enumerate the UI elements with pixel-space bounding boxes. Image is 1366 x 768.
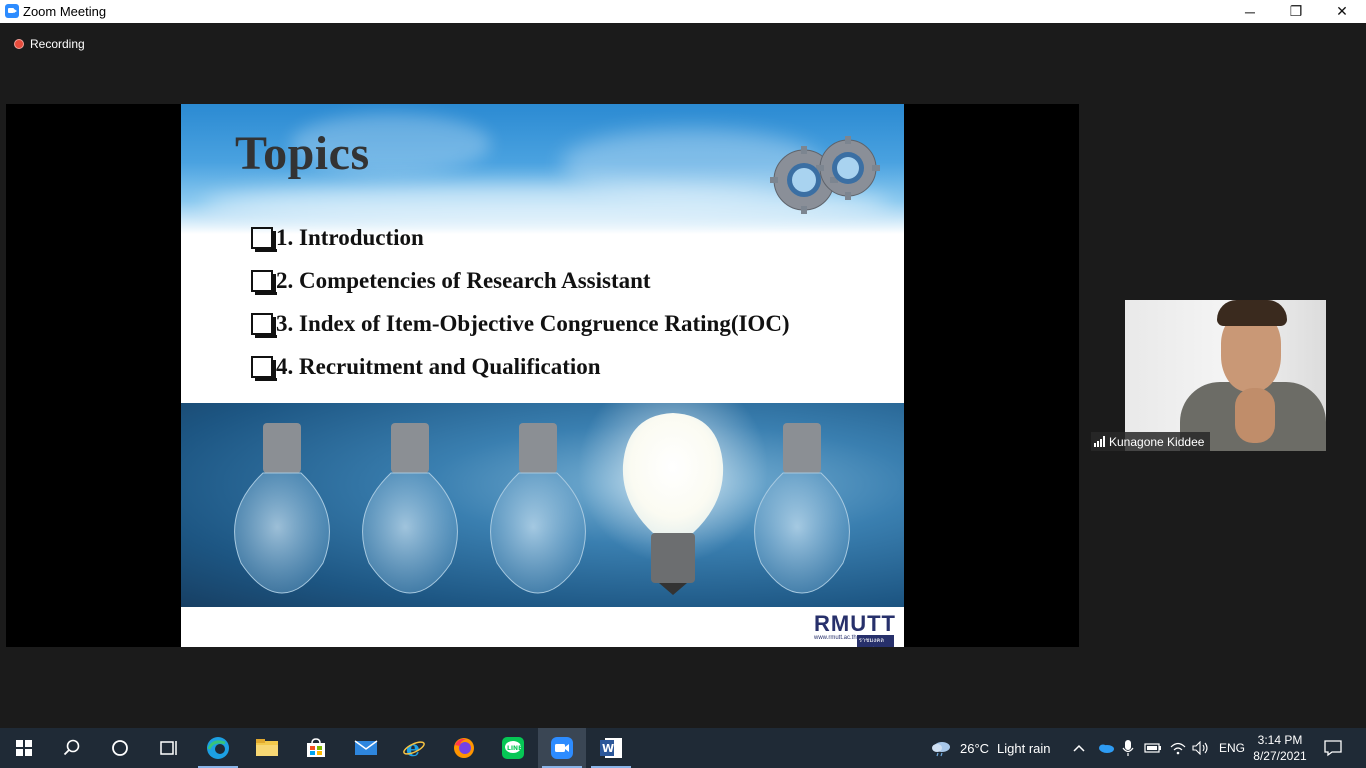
svg-text:W: W [602, 742, 614, 755]
topic-item: 4. Recruitment and Qualification [251, 345, 790, 388]
language-indicator[interactable]: ENG [1219, 728, 1245, 768]
internet-explorer-icon[interactable]: e [390, 728, 438, 768]
close-button[interactable]: ✕ [1319, 0, 1365, 23]
svg-text:e: e [406, 736, 420, 760]
topic-text: 4. Recruitment and Qualification [276, 353, 601, 379]
cortana-icon[interactable] [96, 728, 144, 768]
recording-label: Recording [30, 37, 85, 51]
mail-icon[interactable] [342, 728, 390, 768]
recording-dot-icon [14, 39, 24, 49]
weather-widget[interactable]: 26°C Light rain [930, 728, 1051, 768]
presentation-slide: Topics 1. Introduction 2. Competencies o… [181, 104, 904, 647]
search-icon[interactable] [48, 728, 96, 768]
slide-title: Topics [235, 127, 370, 180]
window-title: Zoom Meeting [23, 4, 107, 19]
checkbox-bullet-icon [251, 312, 277, 338]
rmutt-logo: RMUTT www.rmutt.ac.th ราชมงคลธัญบุรี [814, 611, 896, 647]
edge-icon[interactable] [194, 728, 242, 768]
topic-item: 1. Introduction [251, 216, 790, 259]
bulb-icon [362, 423, 458, 594]
connection-signal-icon [1094, 436, 1105, 447]
svg-text:LINE: LINE [507, 745, 522, 752]
microphone-icon[interactable] [1122, 728, 1134, 768]
logo-thai: ราชมงคลธัญบุรี [856, 635, 894, 647]
gears-icon [770, 136, 880, 214]
word-icon[interactable]: W [587, 728, 635, 768]
windows-start-icon[interactable] [0, 728, 48, 768]
store-icon[interactable] [292, 728, 340, 768]
weather-temperature: 26°C [960, 740, 990, 756]
bulb-icon [234, 423, 330, 594]
taskbar-clock[interactable]: 3:14 PM 8/27/2021 [1247, 732, 1313, 764]
volume-icon[interactable] [1192, 728, 1210, 768]
participant-name: Kunagone Kiddee [1109, 434, 1205, 449]
show-hidden-icons-icon[interactable] [1072, 728, 1086, 768]
clock-date: 8/27/2021 [1253, 749, 1307, 763]
participant-video[interactable] [1125, 300, 1326, 451]
cloud-rain-icon [932, 742, 950, 757]
bulb-icon [490, 423, 586, 594]
clock-time: 3:14 PM [1257, 733, 1303, 747]
topic-item: 2. Competencies of Research Assistant [251, 259, 790, 302]
topic-text: 3. Index of Item-Objective Congruence Ra… [276, 310, 790, 336]
logo-text: RMUTT [814, 611, 896, 636]
battery-icon[interactable] [1144, 728, 1162, 768]
task-view-icon[interactable] [144, 728, 192, 768]
shared-screen: Topics 1. Introduction 2. Competencies o… [6, 104, 1079, 647]
participant-name-tag: Kunagone Kiddee [1091, 432, 1211, 451]
onedrive-icon[interactable] [1097, 728, 1115, 768]
checkbox-bullet-icon [251, 269, 277, 295]
topic-text: 1. Introduction [276, 224, 424, 250]
minimize-button[interactable]: ─ [1227, 0, 1273, 23]
topic-item: 3. Index of Item-Objective Congruence Ra… [251, 302, 790, 345]
light-bulbs-image [181, 403, 904, 607]
windows-taskbar: e LINE W 26°C Light rain ENG 3:14 PM 8/2… [0, 728, 1366, 768]
topic-text: 2. Competencies of Research Assistant [276, 267, 651, 293]
logo-url: www.rmutt.ac.th [814, 635, 857, 641]
bulb-icon [754, 423, 850, 594]
recording-indicator[interactable]: Recording [14, 37, 85, 51]
restore-button[interactable]: ❐ [1273, 0, 1319, 23]
checkbox-bullet-icon [251, 355, 277, 381]
checkbox-bullet-icon [251, 226, 277, 252]
weather-condition: Light rain [997, 740, 1051, 756]
topics-list: 1. Introduction 2. Competencies of Resea… [251, 216, 790, 388]
window-titlebar: Zoom Meeting ─ ❐ ✕ [0, 0, 1366, 23]
notification-center-icon[interactable] [1323, 728, 1343, 768]
wifi-icon[interactable] [1170, 728, 1186, 768]
lit-bulb-icon [578, 403, 768, 595]
slide-footer: RMUTT www.rmutt.ac.th ราชมงคลธัญบุรี [181, 607, 904, 647]
zoom-app-icon [5, 4, 19, 18]
file-explorer-icon[interactable] [243, 728, 291, 768]
line-icon[interactable]: LINE [489, 728, 537, 768]
zoom-icon[interactable] [538, 728, 586, 768]
firefox-icon[interactable] [440, 728, 488, 768]
